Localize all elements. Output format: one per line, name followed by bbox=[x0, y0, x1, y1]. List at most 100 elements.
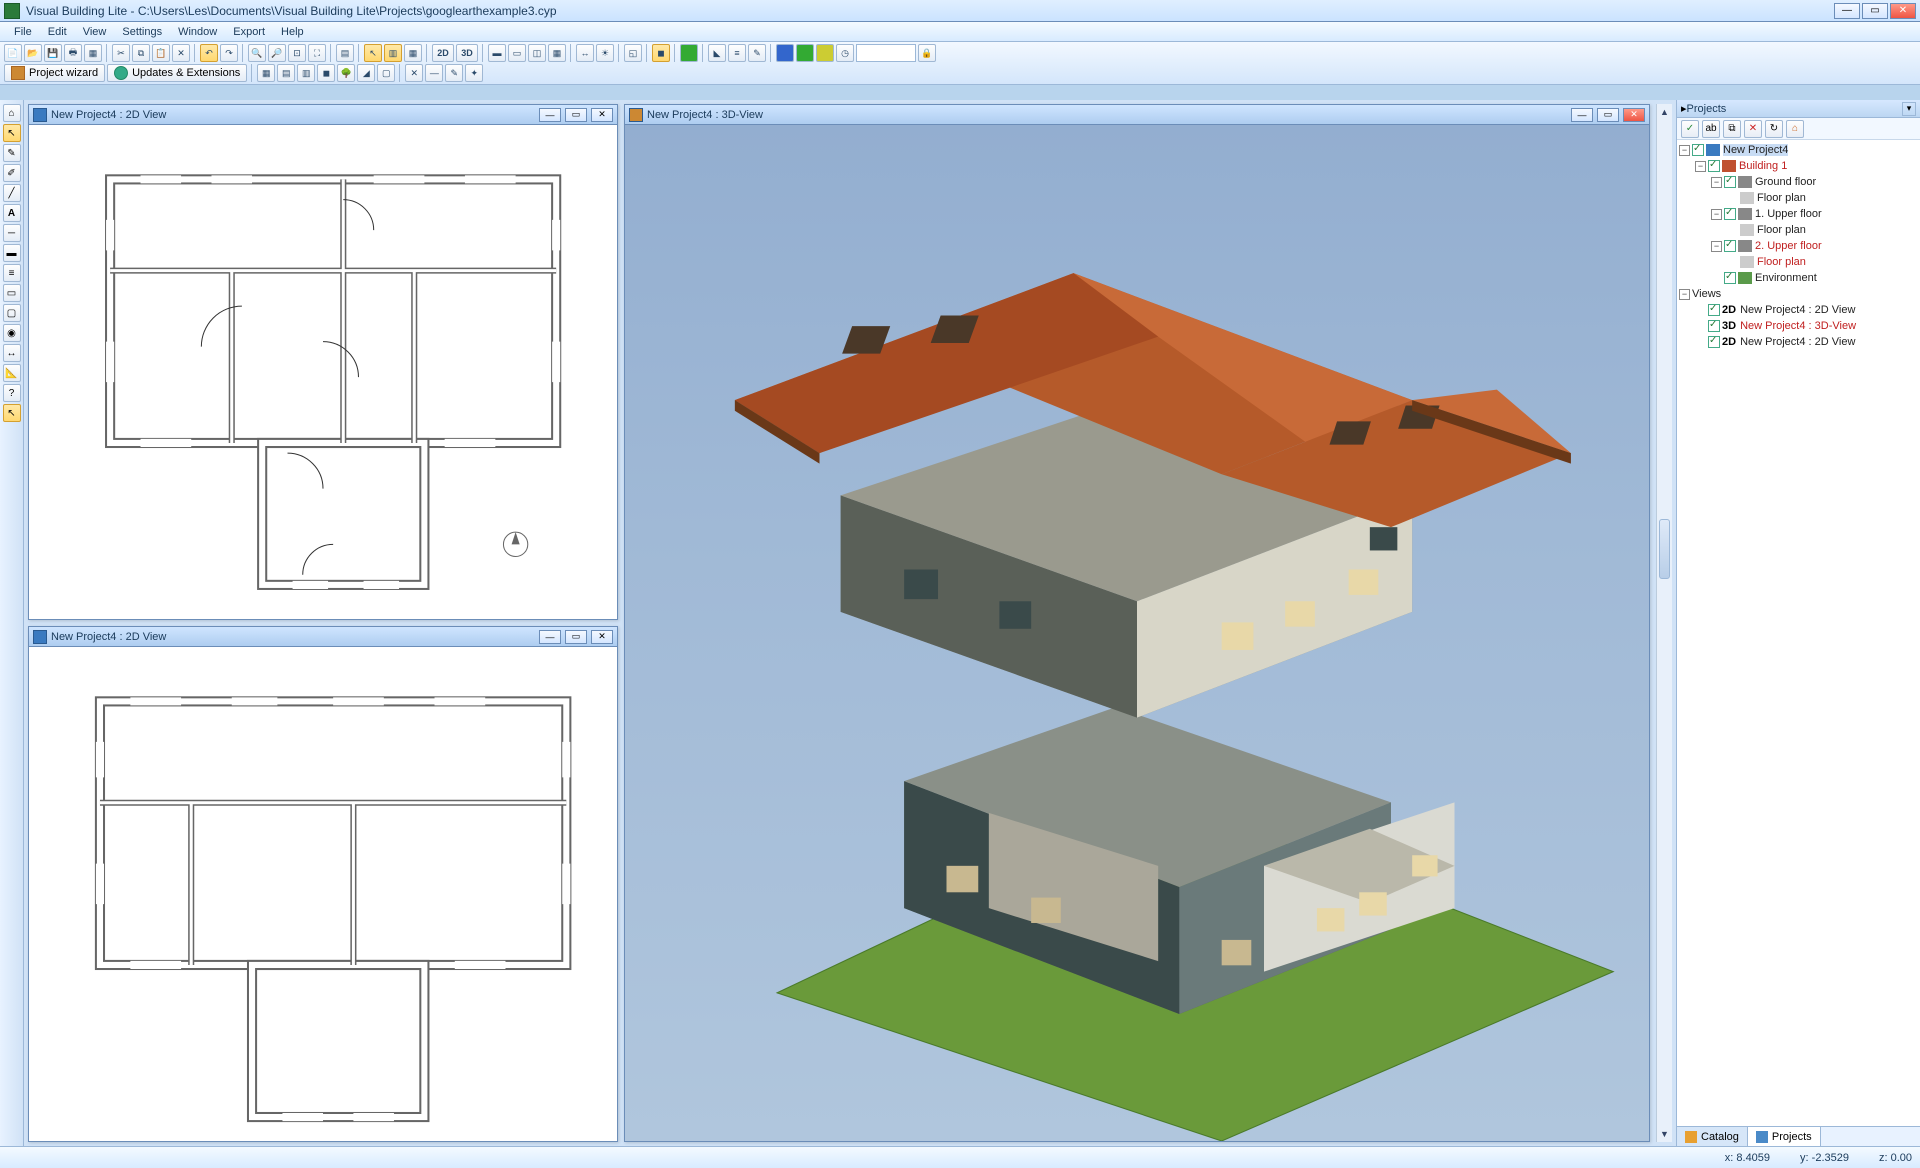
ltool-door-icon[interactable]: ▭ bbox=[3, 284, 21, 302]
tree-checkbox[interactable] bbox=[1724, 272, 1736, 284]
project-tree[interactable]: −New Project4−Building 1−Ground floorFlo… bbox=[1677, 140, 1920, 1126]
tb-stairs-icon[interactable]: ≡ bbox=[728, 44, 746, 62]
ltool-text-icon[interactable]: A bbox=[3, 204, 21, 222]
panel-tb-rename-icon[interactable]: ab bbox=[1702, 120, 1720, 138]
tb-group-icon[interactable]: ◱ bbox=[624, 44, 642, 62]
tree-checkbox[interactable] bbox=[1708, 304, 1720, 316]
menu-window[interactable]: Window bbox=[170, 24, 225, 40]
maximize-button[interactable]: ▭ bbox=[1862, 3, 1888, 19]
ltool-line-icon[interactable]: ─ bbox=[3, 224, 21, 242]
tree-toggle-icon[interactable]: − bbox=[1679, 145, 1690, 156]
tb-grid-icon[interactable]: ▦ bbox=[404, 44, 422, 62]
tb-object-icon[interactable]: ✎ bbox=[748, 44, 766, 62]
tb-delete-icon[interactable]: ✕ bbox=[172, 44, 190, 62]
ltool-wall-icon[interactable]: ▬ bbox=[3, 244, 21, 262]
menu-edit[interactable]: Edit bbox=[40, 24, 75, 40]
view-maximize-button[interactable]: ▭ bbox=[565, 108, 587, 122]
ltool-object-icon[interactable]: ◉ bbox=[3, 324, 21, 342]
tree-row[interactable]: −Views bbox=[1679, 286, 1918, 302]
tb-green-icon[interactable] bbox=[796, 44, 814, 62]
tb-blue-icon[interactable] bbox=[776, 44, 794, 62]
tree-toggle-icon[interactable]: − bbox=[1711, 209, 1722, 220]
project-wizard-button[interactable]: Project wizard bbox=[4, 64, 105, 82]
tb-select-icon[interactable]: ↖ bbox=[364, 44, 382, 62]
ltool-window-icon[interactable]: ▢ bbox=[3, 304, 21, 322]
menu-export[interactable]: Export bbox=[225, 24, 273, 40]
tb-new-icon[interactable]: 📄 bbox=[4, 44, 22, 62]
tb-redo-icon[interactable]: ↷ bbox=[220, 44, 238, 62]
tb-cut-icon[interactable]: ✂ bbox=[112, 44, 130, 62]
tree-checkbox[interactable] bbox=[1724, 208, 1736, 220]
view-3d-canvas[interactable] bbox=[625, 125, 1649, 1141]
view-minimize-button[interactable]: — bbox=[1571, 108, 1593, 122]
tb2-grid3-icon[interactable]: ▥ bbox=[297, 64, 315, 82]
view-canvas[interactable] bbox=[29, 125, 617, 619]
ltool-home-icon[interactable]: ⌂ bbox=[3, 104, 21, 122]
tree-checkbox[interactable] bbox=[1724, 176, 1736, 188]
scroll-thumb[interactable] bbox=[1659, 519, 1670, 579]
ltool-draw-icon[interactable]: ╱ bbox=[3, 184, 21, 202]
view-minimize-button[interactable]: — bbox=[539, 630, 561, 644]
view-close-button[interactable]: ✕ bbox=[591, 630, 613, 644]
tb-3d-icon[interactable]: 3D bbox=[456, 44, 478, 62]
panel-tb-duplicate-icon[interactable]: ⧉ bbox=[1723, 120, 1741, 138]
tree-row[interactable]: Floor plan bbox=[1679, 222, 1918, 238]
tree-row[interactable]: Environment bbox=[1679, 270, 1918, 286]
panel-options-button[interactable]: ▾ bbox=[1902, 102, 1916, 116]
view-close-button[interactable]: ✕ bbox=[591, 108, 613, 122]
tree-toggle-icon[interactable]: − bbox=[1679, 289, 1690, 300]
tb-template-icon[interactable]: ▦ bbox=[84, 44, 102, 62]
tree-row[interactable]: −2. Upper floor bbox=[1679, 238, 1918, 254]
tb2-paint-icon[interactable]: ✎ bbox=[445, 64, 463, 82]
tb-copy-icon[interactable]: ⧉ bbox=[132, 44, 150, 62]
ltool-dimension-icon[interactable]: ↔ bbox=[3, 344, 21, 362]
tree-row[interactable]: 2DNew Project4 : 2D View bbox=[1679, 334, 1918, 350]
view-canvas[interactable] bbox=[29, 647, 617, 1141]
tb2-fill-icon[interactable]: ◼ bbox=[317, 64, 335, 82]
tree-checkbox[interactable] bbox=[1708, 320, 1720, 332]
tb-zoom-window-icon[interactable]: ⛶ bbox=[308, 44, 326, 62]
ltool-list-icon[interactable]: ≡ bbox=[3, 264, 21, 282]
tree-row[interactable]: −Ground floor bbox=[1679, 174, 1918, 190]
tree-row[interactable]: −Building 1 bbox=[1679, 158, 1918, 174]
panel-tb-refresh-icon[interactable]: ↻ bbox=[1765, 120, 1783, 138]
tb-print-icon[interactable]: 🖶 bbox=[64, 44, 82, 62]
tree-toggle-icon[interactable]: − bbox=[1711, 177, 1722, 188]
tree-checkbox[interactable] bbox=[1708, 336, 1720, 348]
tb-lock-icon[interactable]: 🔒 bbox=[918, 44, 936, 62]
ltool-pick-icon[interactable]: ↖ bbox=[3, 404, 21, 422]
tab-projects[interactable]: Projects bbox=[1748, 1127, 1821, 1146]
tree-toggle-icon[interactable]: − bbox=[1695, 161, 1706, 172]
tb2-tree-icon[interactable]: 🌳 bbox=[337, 64, 355, 82]
tb-window-cascade-icon[interactable]: ▭ bbox=[508, 44, 526, 62]
tb2-grid1-icon[interactable]: ▦ bbox=[257, 64, 275, 82]
tree-checkbox[interactable] bbox=[1692, 144, 1704, 156]
menu-file[interactable]: File bbox=[6, 24, 40, 40]
tb-save-icon[interactable]: 💾 bbox=[44, 44, 62, 62]
tb-zoom-out-icon[interactable]: 🔎 bbox=[268, 44, 286, 62]
tb-paste-icon[interactable]: 📋 bbox=[152, 44, 170, 62]
tb-clock-icon[interactable]: ◷ bbox=[836, 44, 854, 62]
tree-checkbox[interactable] bbox=[1724, 240, 1736, 252]
tb-layer-icon[interactable]: ▤ bbox=[336, 44, 354, 62]
menu-settings[interactable]: Settings bbox=[114, 24, 170, 40]
tb-color-icon[interactable]: ◼ bbox=[652, 44, 670, 62]
ltool-measure-icon[interactable]: 📐 bbox=[3, 364, 21, 382]
view-minimize-button[interactable]: — bbox=[539, 108, 561, 122]
tb2-area-icon[interactable]: ◢ bbox=[357, 64, 375, 82]
tree-row[interactable]: Floor plan bbox=[1679, 190, 1918, 206]
minimize-button[interactable]: — bbox=[1834, 3, 1860, 19]
vertical-scrollbar[interactable]: ▲ ▼ bbox=[1656, 104, 1672, 1142]
tb-undo-icon[interactable]: ↶ bbox=[200, 44, 218, 62]
close-button[interactable]: ✕ bbox=[1890, 3, 1916, 19]
tb2-page-icon[interactable]: ▢ bbox=[377, 64, 395, 82]
tree-row[interactable]: 3DNew Project4 : 3D-View bbox=[1679, 318, 1918, 334]
ltool-pen-icon[interactable]: ✐ bbox=[3, 164, 21, 182]
menu-help[interactable]: Help bbox=[273, 24, 312, 40]
tree-row[interactable]: 2DNew Project4 : 2D View bbox=[1679, 302, 1918, 318]
view-maximize-button[interactable]: ▭ bbox=[565, 630, 587, 644]
ltool-select-icon[interactable]: ↖ bbox=[3, 124, 21, 142]
view-maximize-button[interactable]: ▭ bbox=[1597, 108, 1619, 122]
tree-checkbox[interactable] bbox=[1708, 160, 1720, 172]
tb2-dash-icon[interactable]: — bbox=[425, 64, 443, 82]
